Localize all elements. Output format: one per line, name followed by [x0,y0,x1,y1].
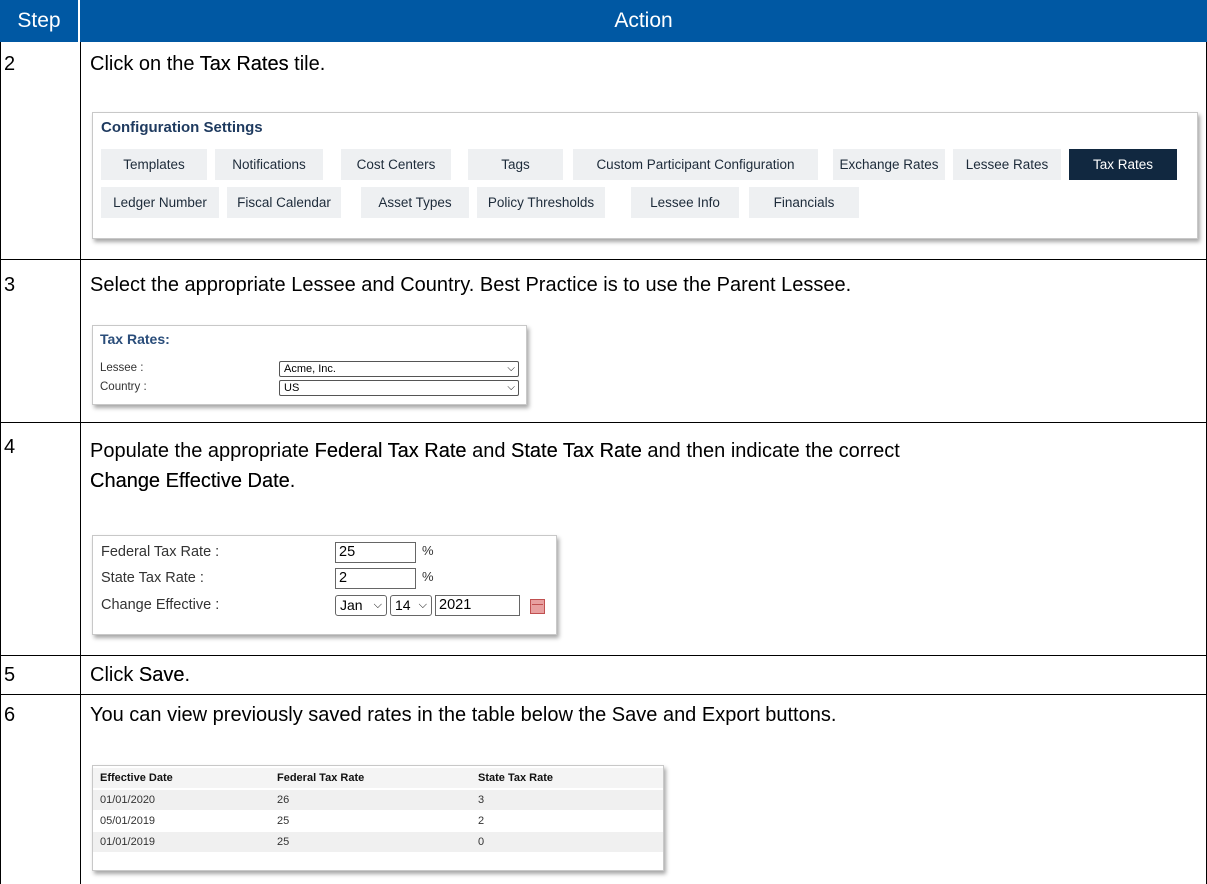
instruction-text: Click [90,664,139,686]
tile-templates[interactable]: Templates [101,149,207,180]
federal-tax-rate-input[interactable]: 25 [335,542,416,563]
tile-fiscal-calendar[interactable]: Fiscal Calendar [227,187,341,218]
table-row: 05/01/2019 25 2 [93,811,663,831]
table-row: 01/01/2019 25 0 [93,832,663,852]
day-select[interactable]: 14 ⌵ [390,595,432,616]
table-cell: 05/01/2019 [100,815,156,827]
tile-notifications[interactable]: Notifications [215,149,323,180]
instruction-text: . [184,664,191,686]
instruction-bold: Federal Tax Rate [314,440,467,462]
table-cell: 01/01/2020 [100,794,156,806]
percent-sign: % [422,543,434,558]
tax-rate-entry-form: Federal Tax Rate : 25 % State Tax Rate :… [92,535,557,635]
tax-rates-form: Tax Rates: Lessee : Acme, Inc. ⌵ Country… [92,325,527,405]
tile-lessee-info[interactable]: Lessee Info [631,187,739,218]
year-input[interactable]: 2021 [435,595,520,616]
table-cell: 3 [478,794,485,806]
left-border [0,42,1,884]
table-cell: 0 [478,836,485,848]
step-number: 5 [4,664,16,686]
step-number: 2 [4,53,16,75]
step-instruction: Click Save. [90,664,190,687]
tile-tax-rates[interactable]: Tax Rates [1069,149,1177,180]
change-effective-label: Change Effective : [101,597,220,613]
country-label: Country : [100,381,147,393]
instruction-bold: Change Effective Date [90,470,290,492]
tile-ledger-number[interactable]: Ledger Number [101,187,219,218]
lessee-label: Lessee : [100,362,144,374]
instruction-bold: State Tax Rate [511,440,642,462]
tile-cost-centers[interactable]: Cost Centers [341,149,451,180]
configuration-settings-panel: Configuration Settings Templates Notific… [92,112,1198,239]
row-divider [0,259,1207,260]
tile-policy-thresholds[interactable]: Policy Thresholds [477,187,605,218]
lessee-value: Acme, Inc. [284,363,336,375]
chevron-down-icon: ⌵ [507,382,515,393]
tile-exchange-rates[interactable]: Exchange Rates [833,149,945,180]
instruction-bold: Save [138,664,185,686]
step-instruction: You can view previously saved rates in t… [90,704,837,726]
instruction-text: Click on the [90,53,200,75]
table-cell: 25 [277,815,290,827]
table-header-row: Effective Date Federal Tax Rate State Ta… [93,768,663,788]
instruction-bold: Tax Rates [199,53,289,75]
instruction-text: . [289,470,296,492]
tile-custom-participant-configuration[interactable]: Custom Participant Configuration [573,149,818,180]
step-instruction: Click on the Tax Rates tile. [90,53,325,76]
form-title: Tax Rates: [100,331,170,347]
table-cell: 2 [478,815,485,827]
table-cell: 25 [277,836,290,848]
chevron-down-icon: ⌵ [373,599,382,611]
month-select[interactable]: Jan ⌵ [335,595,387,616]
country-select[interactable]: US ⌵ [279,380,519,396]
calendar-icon[interactable] [530,599,545,614]
tile-lessee-rates[interactable]: Lessee Rates [953,149,1061,180]
panel-title: Configuration Settings [101,119,263,136]
header-step: Step [0,0,80,42]
instruction-text: and then indicate the correct [641,440,900,462]
country-value: US [284,382,300,394]
federal-tax-rate-label: Federal Tax Rate : [101,544,220,560]
month-value: Jan [340,597,363,613]
percent-sign: % [422,569,434,584]
row-divider [0,694,1207,695]
instruction-text: Populate the appropriate [90,440,315,462]
table-cell: 26 [277,794,290,806]
table-row: 01/01/2020 26 3 [93,790,663,810]
step-instruction: Populate the appropriate Federal Tax Rat… [90,436,1200,496]
instruction-text: tile. [288,53,326,75]
table-cell: 01/01/2019 [100,836,156,848]
column-header: Federal Tax Rate [277,772,365,784]
column-header: Effective Date [100,772,173,784]
step-number: 6 [4,704,16,726]
lessee-select[interactable]: Acme, Inc. ⌵ [279,361,519,377]
state-tax-rate-input[interactable]: 2 [335,568,416,589]
header-action: Action [614,9,673,32]
column-header: State Tax Rate [478,772,553,784]
row-divider [0,655,1207,656]
chevron-down-icon: ⌵ [418,599,427,611]
table-header: Step Action [0,0,1207,42]
day-value: 14 [395,597,411,613]
column-divider [80,42,81,884]
tile-tags[interactable]: Tags [468,149,563,180]
step-number: 3 [4,274,16,296]
saved-rates-table: Effective Date Federal Tax Rate State Ta… [92,765,664,871]
tile-financials[interactable]: Financials [749,187,859,218]
chevron-down-icon: ⌵ [507,363,515,374]
row-divider [0,422,1207,423]
tile-asset-types[interactable]: Asset Types [361,187,469,218]
instruction-text: and [466,440,512,462]
step-instruction: Select the appropriate Lessee and Countr… [90,274,852,296]
state-tax-rate-label: State Tax Rate : [101,570,204,586]
step-number: 4 [4,436,16,458]
